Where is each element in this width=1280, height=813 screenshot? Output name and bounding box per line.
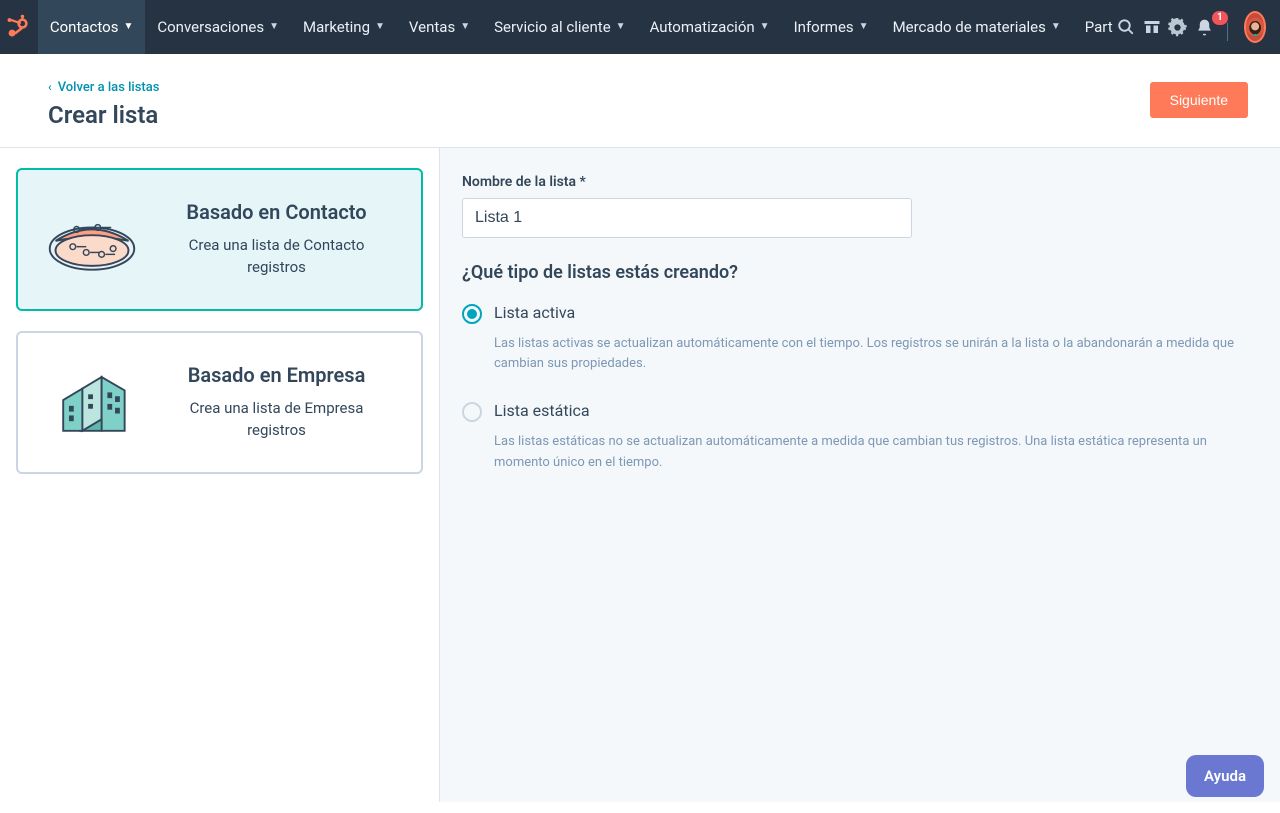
card-title: Basado en Contacto <box>158 200 395 224</box>
radio-title: Lista activa <box>494 303 575 322</box>
list-type-question: ¿Qué tipo de listas estás creando? <box>462 262 1258 283</box>
back-link[interactable]: ‹ Volver a las listas <box>48 80 159 95</box>
nav-label: Conversaciones <box>157 18 264 36</box>
chevron-down-icon: ▼ <box>859 22 869 32</box>
nav-item-contactos[interactable]: Contactos ▼ <box>38 0 145 54</box>
list-name-input[interactable] <box>462 198 912 238</box>
radio-title: Lista estática <box>494 401 590 420</box>
radio-input[interactable] <box>462 402 482 422</box>
right-panel: Nombre de la lista * ¿Qué tipo de listas… <box>439 148 1280 802</box>
company-card-icon <box>44 354 140 450</box>
nav-label: Servicio al cliente <box>494 18 611 36</box>
page-header: ‹ Volver a las listas Crear lista Siguie… <box>0 54 1280 148</box>
card-desc: Crea una lista de Empresa registros <box>158 397 395 442</box>
card-empresa[interactable]: Basado en Empresa Crea una lista de Empr… <box>16 331 423 474</box>
hubspot-logo[interactable] <box>0 14 38 40</box>
chevron-down-icon: ▼ <box>269 22 279 32</box>
left-panel: Basado en Contacto Crea una lista de Con… <box>0 148 439 802</box>
nav-item-conversaciones[interactable]: Conversaciones ▼ <box>145 0 291 54</box>
nav-item-ventas[interactable]: Ventas ▼ <box>397 0 482 54</box>
card-contacto[interactable]: Basado en Contacto Crea una lista de Con… <box>16 168 423 311</box>
radio-desc: Las listas estáticas no se actualizan au… <box>494 432 1258 474</box>
nav-label: Informes <box>794 18 854 36</box>
nav-label: Automatización <box>650 18 755 36</box>
chevron-down-icon: ▼ <box>760 22 770 32</box>
chevron-down-icon: ▼ <box>1051 22 1061 32</box>
nav-item-mercado[interactable]: Mercado de materiales ▼ <box>881 0 1073 54</box>
chevron-down-icon: ▼ <box>375 22 385 32</box>
search-icon[interactable] <box>1113 0 1139 54</box>
nav-label: Contactos <box>50 18 119 36</box>
radio-desc: Las listas activas se actualizan automát… <box>494 334 1258 376</box>
nav-item-servicio[interactable]: Servicio al cliente ▼ <box>482 0 637 54</box>
chevron-down-icon: ▼ <box>123 22 133 32</box>
radio-input[interactable] <box>462 304 482 324</box>
nav-label: Part <box>1085 18 1113 36</box>
gear-icon[interactable] <box>1165 0 1191 54</box>
nav-label: Mercado de materiales <box>893 18 1046 36</box>
nav-item-informes[interactable]: Informes ▼ <box>782 0 881 54</box>
page-title: Crear lista <box>48 101 159 129</box>
chevron-left-icon: ‹ <box>48 80 52 94</box>
avatar[interactable] <box>1244 11 1266 43</box>
bell-icon[interactable]: 1 <box>1191 0 1217 54</box>
radio-option-activa[interactable]: Lista activa Las listas activas se actua… <box>462 303 1258 376</box>
nav-label: Marketing <box>303 18 370 36</box>
nav-item-marketing[interactable]: Marketing ▼ <box>291 0 397 54</box>
notification-badge: 1 <box>1211 10 1229 26</box>
back-link-label: Volver a las listas <box>58 80 160 95</box>
next-button[interactable]: Siguiente <box>1150 82 1248 118</box>
card-desc: Crea una lista de Contacto registros <box>158 234 395 279</box>
top-nav: Contactos ▼ Conversaciones ▼ Marketing ▼ Ve… <box>0 0 1280 54</box>
marketplace-icon[interactable] <box>1139 0 1165 54</box>
chevron-down-icon: ▼ <box>616 22 626 32</box>
card-title: Basado en Empresa <box>158 363 395 387</box>
nav-item-automatizacion[interactable]: Automatización ▼ <box>638 0 782 54</box>
list-name-label: Nombre de la lista * <box>462 174 1258 190</box>
help-button[interactable]: Ayuda <box>1186 755 1264 797</box>
nav-item-truncated[interactable]: Part <box>1073 0 1113 54</box>
radio-option-estatica[interactable]: Lista estática Las listas estáticas no s… <box>462 401 1258 474</box>
nav-label: Ventas <box>409 18 455 36</box>
contact-card-icon <box>44 191 140 287</box>
chevron-down-icon: ▼ <box>460 22 470 32</box>
